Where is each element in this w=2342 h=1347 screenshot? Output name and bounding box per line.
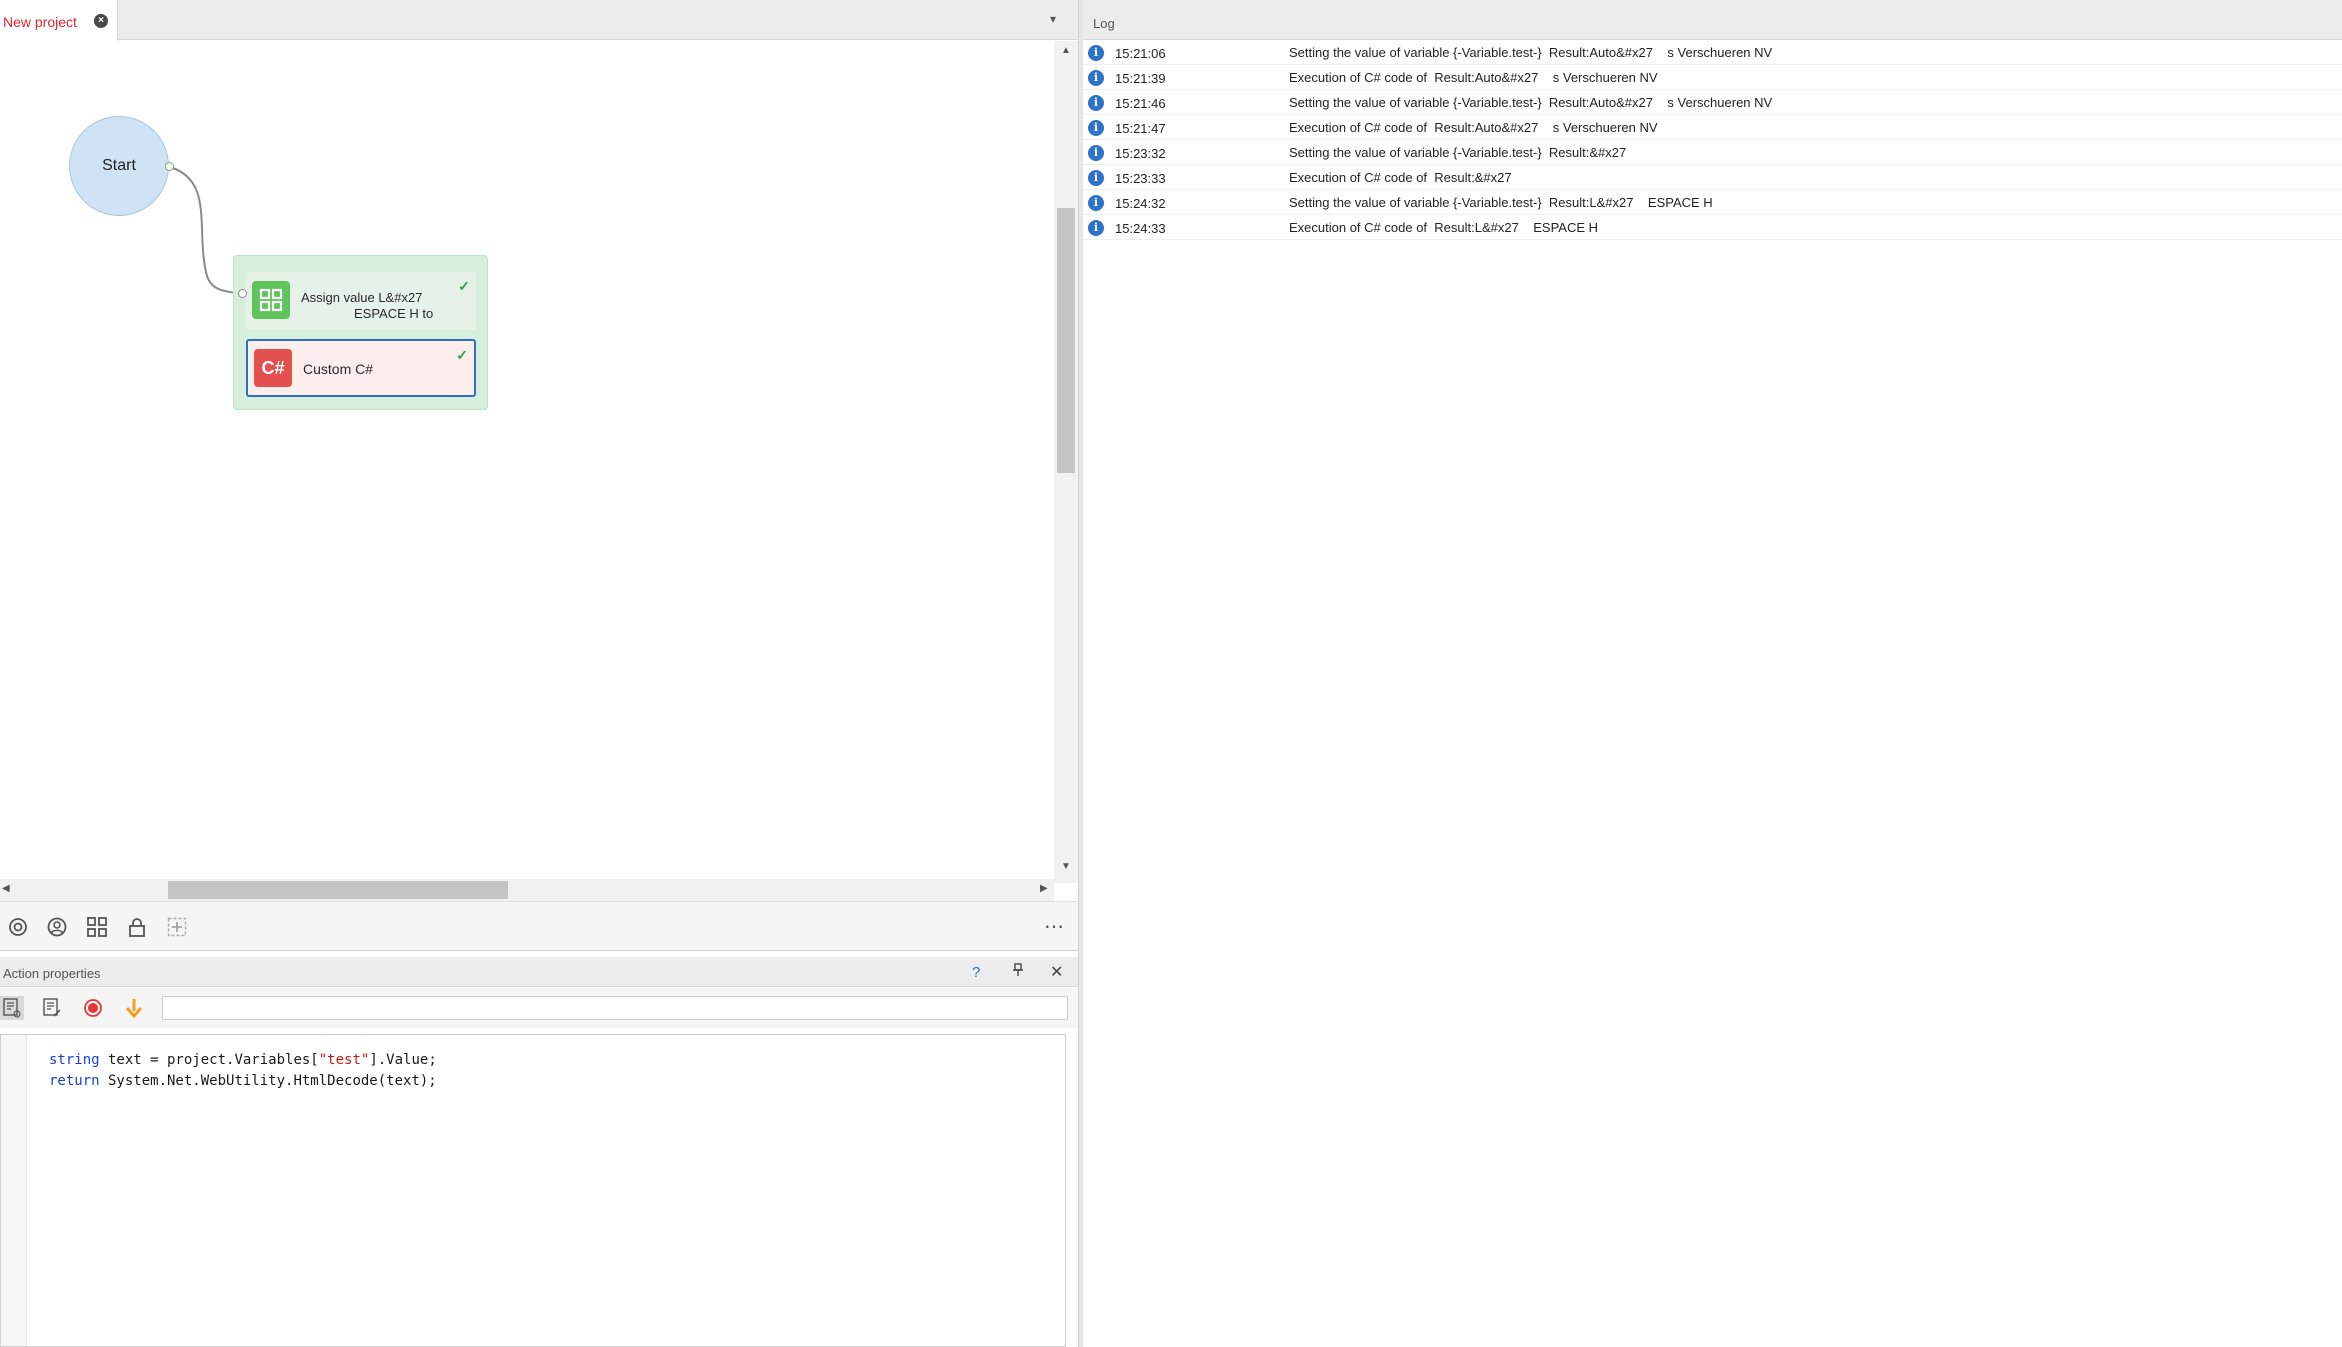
log-entry[interactable]: i 15:24:32 Setting the value of variable… (1083, 190, 2342, 215)
assign-value-label-line1: Assign value L&#x27 (301, 290, 423, 305)
log-time: 15:21:46 (1115, 96, 1166, 111)
tab-dropdown-icon[interactable]: ▾ (1050, 12, 1056, 26)
code-text: ].Value; (369, 1052, 437, 1068)
log-message: Execution of C# code of Result:&#x27 (1289, 170, 1512, 185)
log-time: 15:23:33 (1115, 171, 1166, 186)
log-message: Execution of C# code of Result:L&#x27 ES… (1289, 220, 1599, 235)
log-time: 15:23:32 (1115, 146, 1166, 161)
log-message: Setting the value of variable {-Variable… (1289, 45, 1773, 60)
log-time: 15:21:06 (1115, 46, 1166, 61)
grid-icon (252, 281, 290, 319)
start-node-label: Start (102, 157, 136, 174)
log-time: 15:21:47 (1115, 121, 1166, 136)
log-message: Execution of C# code of Result:Auto&#x27… (1289, 70, 1658, 85)
assign-value-label: Assign value L&#x27 ESPACE H to (301, 290, 441, 322)
project-tab-label: New project (3, 14, 77, 30)
log-entry[interactable]: i 15:21:39 Execution of C# code of Resul… (1083, 65, 2342, 90)
log-message: Setting the value of variable {-Variable… (1289, 145, 1627, 160)
custom-csharp-label: Custom C# (303, 361, 374, 377)
scroll-down-icon[interactable]: ▼ (1061, 861, 1071, 872)
code-view-button[interactable] (0, 996, 24, 1020)
code-text: text = project.Variables[ (99, 1052, 319, 1068)
close-icon[interactable]: ✕ (1050, 962, 1063, 982)
canvas-toolbar: ⋯ (0, 901, 1078, 951)
log-pane: Log i 15:21:06 Setting the value of vari… (1083, 0, 2342, 1347)
success-check-icon: ✓ (456, 347, 468, 363)
code-text: System.Net.WebUtility.HtmlDecode(text); (99, 1073, 437, 1089)
tab-close-icon[interactable]: × (94, 14, 108, 28)
canvas-horizontal-scrollbar[interactable]: ◀ ▶ (0, 879, 1054, 901)
log-entry[interactable]: i 15:24:33 Execution of C# code of Resul… (1083, 215, 2342, 240)
log-header: Log (1083, 0, 2342, 40)
edit-code-button[interactable] (40, 996, 64, 1020)
info-icon: i (1088, 70, 1104, 86)
project-tab-strip: New project × ▾ (0, 0, 1078, 41)
pin-icon[interactable] (1012, 963, 1024, 980)
start-node[interactable]: Start (69, 116, 169, 216)
code-line: return System.Net.WebUtility.HtmlDecode(… (49, 1073, 437, 1089)
user-circle-icon[interactable] (46, 916, 68, 938)
assign-value-label-line2: ESPACE H to (354, 306, 434, 321)
code-keyword: string (49, 1052, 100, 1068)
project-canvas[interactable]: Start Assign value L&#x27 ESPACE H to ✓ (0, 41, 1054, 883)
info-icon: i (1088, 170, 1104, 186)
action-properties-toolbar (0, 988, 1078, 1028)
info-icon: i (1088, 145, 1104, 161)
log-entry[interactable]: i 15:21:46 Setting the value of variable… (1083, 90, 2342, 115)
assign-value-action[interactable]: Assign value L&#x27 ESPACE H to ✓ (246, 272, 476, 330)
log-time: 15:21:39 (1115, 71, 1166, 86)
log-entry[interactable]: i 15:21:47 Execution of C# code of Resul… (1083, 115, 2342, 140)
log-message: Execution of C# code of Result:Auto&#x27… (1289, 120, 1658, 135)
info-icon: i (1088, 120, 1104, 136)
step-down-icon[interactable] (122, 996, 146, 1020)
csharp-icon: C# (254, 349, 292, 387)
log-entry[interactable]: i 15:23:33 Execution of C# code of Resul… (1083, 165, 2342, 190)
scroll-left-icon[interactable]: ◀ (2, 883, 10, 894)
code-string: "test" (318, 1052, 370, 1068)
scroll-up-icon[interactable]: ▲ (1061, 45, 1071, 56)
log-title: Log (1093, 16, 1115, 31)
success-check-icon: ✓ (458, 278, 470, 294)
scroll-right-icon[interactable]: ▶ (1040, 883, 1048, 894)
more-options-icon[interactable]: ⋯ (1044, 914, 1065, 939)
info-icon: i (1088, 95, 1104, 111)
log-entry[interactable]: i 15:21:06 Setting the value of variable… (1083, 40, 2342, 65)
log-time: 15:24:32 (1115, 196, 1166, 211)
info-icon: i (1088, 45, 1104, 61)
log-message: Setting the value of variable {-Variable… (1289, 95, 1773, 110)
action-properties-header: Action properties ? ✕ (0, 957, 1078, 987)
action-properties-title: Action properties (3, 966, 101, 981)
log-time: 15:24:33 (1115, 221, 1166, 236)
log-entry[interactable]: i 15:23:32 Setting the value of variable… (1083, 140, 2342, 165)
action-block-group[interactable]: Assign value L&#x27 ESPACE H to ✓ C# Cus… (233, 255, 488, 410)
custom-csharp-action[interactable]: C# Custom C# ✓ (246, 339, 476, 397)
record-icon[interactable] (81, 996, 105, 1020)
code-keyword: return (49, 1073, 100, 1089)
settings-icon[interactable] (7, 916, 29, 938)
vertical-scroll-thumb[interactable] (1057, 208, 1075, 473)
action-name-input[interactable] (162, 996, 1068, 1020)
project-pane: New project × ▾ Start Assign value L&#x2… (0, 0, 1078, 1347)
project-tab[interactable]: New project × (0, 0, 118, 41)
grid-icon[interactable] (86, 916, 108, 938)
block-input-port[interactable] (238, 289, 247, 298)
start-output-port[interactable] (165, 162, 174, 171)
add-frame-icon[interactable] (166, 916, 188, 938)
code-line: string text = project.Variables["test"].… (49, 1052, 437, 1068)
code-editor[interactable]: string text = project.Variables["test"].… (0, 1034, 1066, 1347)
canvas-vertical-scrollbar[interactable]: ▲ ▼ (1054, 41, 1078, 883)
info-icon: i (1088, 195, 1104, 211)
info-icon: i (1088, 220, 1104, 236)
horizontal-scroll-thumb[interactable] (168, 881, 508, 899)
code-gutter (1, 1035, 27, 1346)
help-icon[interactable]: ? (972, 964, 980, 981)
log-message: Setting the value of variable {-Variable… (1289, 195, 1713, 210)
lock-icon[interactable] (126, 916, 148, 938)
